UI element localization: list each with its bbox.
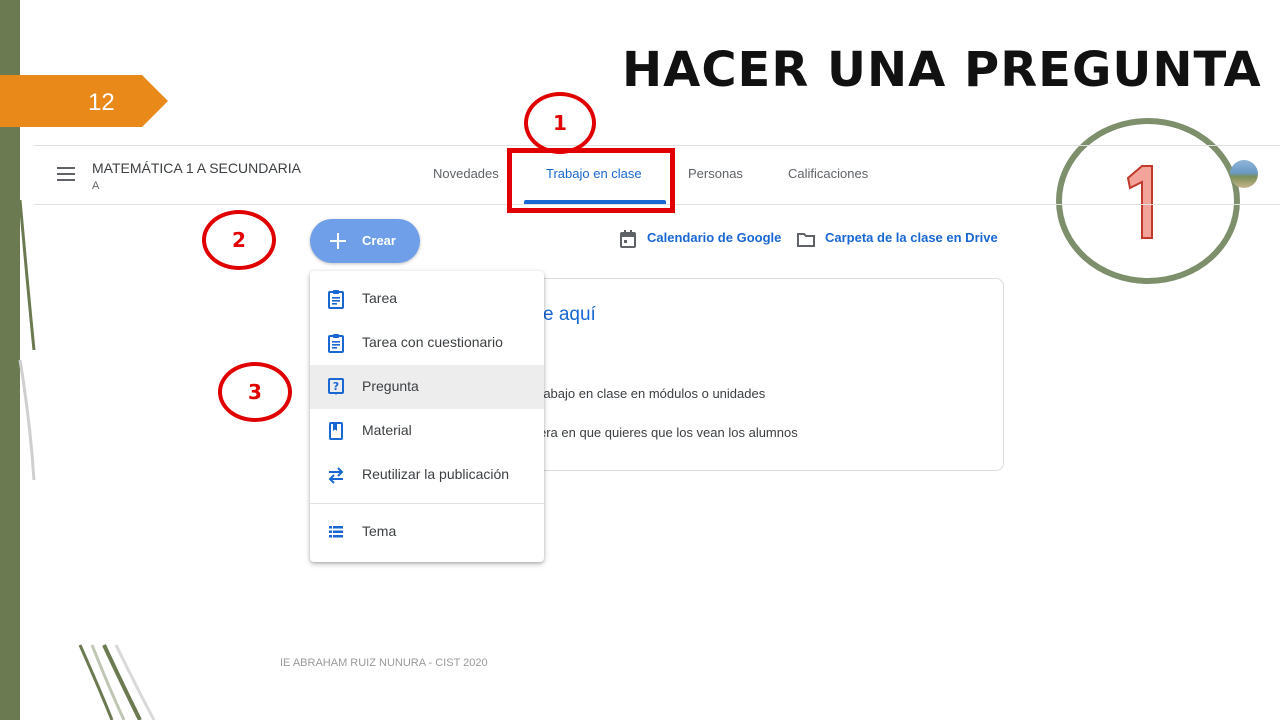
menu-item-label: Pregunta bbox=[362, 378, 419, 394]
calendar-icon bbox=[620, 230, 636, 248]
slide-title: HACER UNA PREGUNTA bbox=[622, 42, 1262, 98]
plus-icon bbox=[330, 233, 346, 249]
page-number-tag: 12 bbox=[0, 75, 168, 127]
card-text-line-1: rabajo en clase en módulos o unidades bbox=[539, 386, 766, 401]
google-calendar-link[interactable]: Calendario de Google bbox=[647, 230, 781, 245]
header-top-border bbox=[34, 145, 1280, 146]
slide-footer: IE ABRAHAM RUIZ NUNURA - CIST 2020 bbox=[280, 657, 488, 669]
hamburger-menu-icon[interactable] bbox=[57, 166, 77, 182]
assignment-icon bbox=[328, 290, 344, 309]
create-menu: Tarea Tarea con cuestionario ? Pregunta … bbox=[310, 271, 544, 562]
menu-item-tarea[interactable]: Tarea bbox=[310, 277, 544, 321]
quiz-assignment-icon bbox=[328, 334, 344, 353]
menu-divider bbox=[310, 503, 544, 504]
menu-item-label: Tarea con cuestionario bbox=[362, 334, 503, 350]
menu-item-reutilizar[interactable]: Reutilizar la publicación bbox=[310, 453, 544, 497]
page-number: 12 bbox=[88, 89, 115, 116]
annotation-step-1: 1 bbox=[524, 92, 596, 154]
svg-text:?: ? bbox=[333, 380, 339, 393]
annotation-highlight-box bbox=[507, 148, 675, 213]
tab-novedades[interactable]: Novedades bbox=[433, 166, 499, 181]
menu-item-label: Tema bbox=[362, 523, 397, 539]
annotation-step-2: 2 bbox=[202, 210, 276, 270]
annotation-step-3: 3 bbox=[218, 362, 292, 422]
empty-state-card: e aquí rabajo en clase en módulos o unid… bbox=[500, 278, 1004, 471]
class-name[interactable]: MATEMÁTICA 1 A SECUNDARIA bbox=[92, 160, 301, 176]
menu-item-material[interactable]: Material bbox=[310, 409, 544, 453]
question-icon: ? bbox=[328, 378, 344, 395]
folder-icon bbox=[797, 233, 815, 247]
class-section: A bbox=[92, 180, 100, 192]
create-button[interactable]: Crear bbox=[310, 219, 420, 263]
menu-item-tema[interactable]: Tema bbox=[310, 510, 544, 554]
menu-item-label: Material bbox=[362, 422, 412, 438]
reuse-icon bbox=[328, 467, 344, 484]
step-number-graphic bbox=[1126, 165, 1153, 239]
material-icon bbox=[329, 422, 343, 440]
tab-calificaciones[interactable]: Calificaciones bbox=[788, 166, 868, 181]
menu-item-label: Reutilizar la publicación bbox=[362, 466, 510, 482]
menu-item-tarea-con-cuestionario[interactable]: Tarea con cuestionario bbox=[310, 321, 544, 365]
card-text-line-2: era en que quieres que los vean los alum… bbox=[539, 425, 798, 440]
create-button-label: Crear bbox=[362, 233, 396, 248]
menu-item-label: Tarea bbox=[362, 290, 398, 306]
menu-item-pregunta[interactable]: ? Pregunta bbox=[310, 365, 544, 409]
user-avatar[interactable] bbox=[1230, 160, 1258, 188]
card-title: e aquí bbox=[543, 304, 596, 325]
tab-personas[interactable]: Personas bbox=[688, 166, 743, 181]
topic-icon bbox=[329, 526, 343, 538]
drive-folder-link[interactable]: Carpeta de la clase en Drive bbox=[825, 230, 998, 245]
